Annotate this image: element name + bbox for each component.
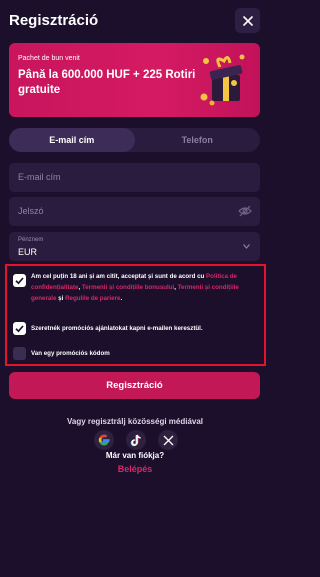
header: Regisztráció [0, 0, 270, 44]
currency-label: Pénznem [18, 237, 44, 243]
welcome-banner: Pachet de bun venit Până la 600.000 HUF … [9, 43, 260, 117]
login-link[interactable]: Belépés [0, 464, 270, 474]
chevron-down-icon [243, 244, 250, 249]
social-signup-caption: Vagy regisztrálj közösségi médiával [66, 417, 204, 426]
banner-headline: Până la 600.000 HUF + 225 Rotiri gratuit… [18, 69, 196, 96]
age-consent-checkbox[interactable] [13, 274, 26, 287]
consent-highlight-box: Am cel puțin 18 ani și am citit, accepta… [5, 264, 266, 366]
consent-separator: și [56, 295, 66, 302]
age-consent-body: Am cel puțin 18 ani și am citit, accepta… [31, 273, 207, 280]
tiktok-button[interactable] [126, 430, 146, 450]
have-account-text: Már van fiókja? [105, 451, 165, 460]
gift-box-icon [200, 54, 245, 106]
bonus-terms-link[interactable]: Termenii și condițiile bonusului [82, 284, 174, 291]
page-title: Regisztráció [9, 12, 99, 29]
close-button[interactable] [235, 8, 260, 33]
email-field[interactable]: E-mail cím [9, 163, 260, 192]
promo-code-text: Van egy promóciós kódom [31, 350, 110, 357]
google-button[interactable] [94, 430, 114, 450]
email-placeholder: E-mail cím [18, 172, 61, 182]
register-button[interactable]: Regisztráció [9, 372, 260, 399]
consent-end: . [120, 295, 123, 302]
age-consent-text: Am cel puțin 18 ani și am citit, accepta… [31, 271, 259, 304]
marketing-consent-checkbox[interactable] [13, 322, 26, 335]
signup-method-tabs: E-mail cím Telefon [9, 128, 260, 152]
password-placeholder: Jelszó [18, 206, 44, 216]
tiktok-icon [130, 434, 141, 446]
marketing-consent-text: Szeretnék promóciós ajánlatokat kapni e-… [31, 325, 203, 332]
eye-off-icon[interactable] [238, 205, 252, 217]
tab-email[interactable]: E-mail cím [9, 128, 135, 152]
social-buttons [94, 430, 178, 450]
x-icon [163, 435, 173, 445]
currency-select[interactable]: Pénznem EUR [9, 232, 260, 261]
close-icon [242, 15, 253, 26]
promo-code-checkbox[interactable] [13, 347, 26, 360]
tab-phone[interactable]: Telefon [135, 128, 261, 152]
x-button[interactable] [158, 430, 178, 450]
check-icon [15, 277, 24, 285]
password-field[interactable]: Jelszó [9, 197, 260, 226]
currency-value: EUR [18, 247, 38, 257]
google-icon [98, 434, 110, 446]
banner-subtitle: Pachet de bun venit [18, 55, 80, 62]
betting-rules-link[interactable]: Regulile de pariere [65, 295, 120, 302]
check-icon [15, 325, 24, 333]
